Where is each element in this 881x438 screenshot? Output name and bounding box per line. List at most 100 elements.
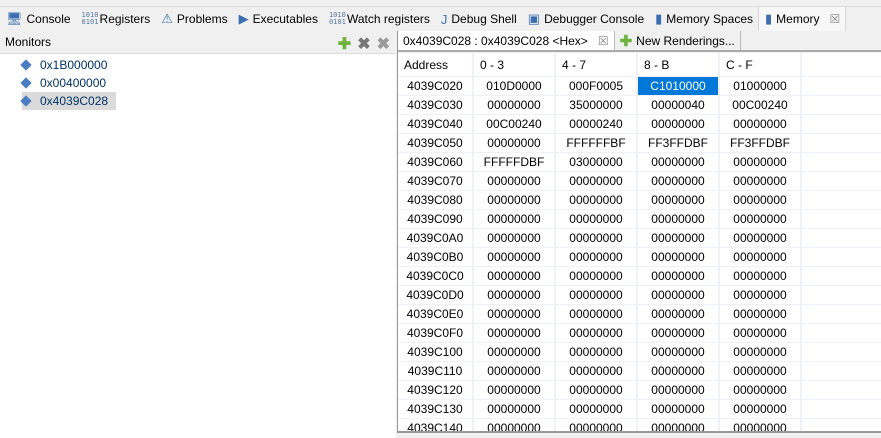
memory-cell[interactable]: 00000000 [720, 229, 802, 247]
memory-cell[interactable]: 00000000 [638, 343, 720, 361]
memory-cell[interactable]: 00000000 [720, 210, 802, 228]
tab-debugger-console[interactable]: ▣ Debugger Console [522, 7, 649, 32]
memory-cell[interactable]: 00000040 [638, 96, 720, 114]
memory-cell[interactable]: 00000000 [720, 172, 802, 190]
memory-cell[interactable]: 00000000 [638, 115, 720, 133]
close-icon[interactable]: ☒ [598, 34, 609, 48]
memory-cell[interactable]: FF3FFDBF [720, 134, 802, 152]
memory-cell[interactable]: 00000000 [638, 229, 720, 247]
memory-cell[interactable]: 00000000 [720, 305, 802, 323]
new-renderings-button[interactable]: ✚ New Renderings... [615, 31, 741, 50]
tab-problems[interactable]: ⚠ Problems [155, 7, 232, 32]
memory-cell[interactable]: 01000000 [720, 77, 802, 95]
column-header[interactable]: C - F [720, 53, 802, 76]
tab-registers[interactable]: 1010 0101 Registers [76, 7, 156, 32]
memory-cell[interactable]: 00000000 [638, 191, 720, 209]
memory-cell[interactable]: 00000000 [556, 172, 638, 190]
memory-cell[interactable]: 00000000 [474, 324, 556, 342]
memory-cell[interactable]: 00000000 [474, 191, 556, 209]
memory-cell[interactable]: 00000000 [474, 381, 556, 399]
memory-cell[interactable]: 00000000 [720, 286, 802, 304]
memory-cell[interactable]: 00000000 [474, 419, 556, 431]
memory-cell[interactable]: FFFFFDBF [474, 153, 556, 171]
memory-cell[interactable]: 00000000 [474, 96, 556, 114]
memory-cell[interactable]: 00000000 [720, 191, 802, 209]
memory-cell[interactable]: 35000000 [556, 96, 638, 114]
memory-cell[interactable]: 00000000 [720, 248, 802, 266]
memory-cell[interactable]: 00000000 [720, 267, 802, 285]
memory-cell[interactable]: 00000000 [474, 286, 556, 304]
memory-cell[interactable]: 00000000 [720, 381, 802, 399]
monitor-item[interactable]: 0x4039C028 [20, 92, 117, 110]
memory-cell[interactable]: 000F0005 [556, 77, 638, 95]
memory-cell[interactable]: 00000000 [720, 153, 802, 171]
memory-cell[interactable]: 00000000 [638, 362, 720, 380]
memory-cell[interactable]: 00000000 [720, 400, 802, 418]
memory-cell[interactable]: 00000000 [474, 229, 556, 247]
memory-cell[interactable]: 03000000 [556, 153, 638, 171]
memory-cell[interactable]: C1010000 [638, 77, 720, 95]
memory-cell[interactable]: 00000000 [474, 305, 556, 323]
memory-cell[interactable]: 00000000 [474, 248, 556, 266]
memory-cell[interactable]: 00000000 [556, 362, 638, 380]
monitor-item[interactable]: 0x00400000 [20, 74, 114, 92]
memory-cell[interactable]: 00000000 [474, 400, 556, 418]
tab-executables[interactable]: ▶ Executables [233, 7, 323, 32]
memory-cell[interactable]: 00000000 [720, 362, 802, 380]
monitor-item[interactable]: 0x1B000000 [20, 56, 115, 74]
memory-cell[interactable]: 00000000 [556, 381, 638, 399]
remove-monitor-icon[interactable]: ✖ [357, 34, 370, 54]
column-header[interactable]: 8 - B [638, 53, 720, 76]
tab-console[interactable]: 🖥 Console [0, 7, 76, 32]
memory-cell[interactable]: 00000000 [638, 210, 720, 228]
column-header[interactable]: Address [398, 53, 474, 76]
memory-cell[interactable]: 00000000 [638, 381, 720, 399]
memory-cell[interactable]: 00000000 [474, 343, 556, 361]
memory-cell[interactable]: 00000000 [638, 286, 720, 304]
add-monitor-icon[interactable]: ✚ [338, 34, 351, 54]
memory-cell[interactable]: 00000000 [720, 115, 802, 133]
tab-hex-rendering[interactable]: 0x4039C028 : 0x4039C028 <Hex> ☒ [398, 31, 615, 50]
memory-cell[interactable]: 00000000 [556, 305, 638, 323]
close-icon[interactable]: ☒ [830, 12, 841, 26]
memory-cell[interactable]: 00000240 [556, 115, 638, 133]
memory-cell[interactable]: 00C00240 [720, 96, 802, 114]
memory-cell[interactable]: 00000000 [720, 343, 802, 361]
memory-cell[interactable]: 00C00240 [474, 115, 556, 133]
memory-cell[interactable]: 00000000 [556, 324, 638, 342]
memory-cell[interactable]: 00000000 [556, 248, 638, 266]
memory-cell[interactable]: 00000000 [556, 343, 638, 361]
column-header[interactable]: 4 - 7 [556, 53, 638, 76]
memory-cell[interactable]: 00000000 [474, 210, 556, 228]
memory-cell[interactable]: 00000000 [474, 134, 556, 152]
memory-cell[interactable]: 00000000 [474, 172, 556, 190]
column-header[interactable]: 0 - 3 [474, 53, 556, 76]
tab-memory[interactable]: ▮ Memory ☒ [758, 6, 847, 32]
tab-debug-shell[interactable]: J Debug Shell [435, 7, 522, 32]
tab-memory-spaces[interactable]: ▮ Memory Spaces [649, 7, 758, 32]
memory-cell[interactable]: 00000000 [638, 248, 720, 266]
memory-cell[interactable]: 00000000 [638, 324, 720, 342]
memory-cell[interactable]: 00000000 [556, 229, 638, 247]
memory-cell[interactable]: 00000000 [720, 419, 802, 431]
memory-cell[interactable]: 00000000 [638, 400, 720, 418]
memory-cell[interactable]: 00000000 [556, 210, 638, 228]
memory-cell[interactable]: FF3FFDBF [638, 134, 720, 152]
memory-cell[interactable]: 00000000 [556, 267, 638, 285]
memory-cell[interactable]: 00000000 [638, 172, 720, 190]
memory-cell[interactable]: 00000000 [474, 267, 556, 285]
memory-cell[interactable]: 00000000 [638, 305, 720, 323]
memory-cell[interactable]: 00000000 [556, 400, 638, 418]
memory-cell[interactable]: 00000000 [720, 324, 802, 342]
memory-cell[interactable]: 00000000 [556, 286, 638, 304]
memory-cell[interactable]: FFFFFFBF [556, 134, 638, 152]
memory-cell[interactable]: 00000000 [638, 419, 720, 431]
memory-cell[interactable]: 00000000 [638, 267, 720, 285]
memory-cell[interactable]: 010D0000 [474, 77, 556, 95]
tab-watch-registers[interactable]: 1010 0101 Watch registers [323, 7, 435, 32]
memory-cell[interactable]: 00000000 [474, 362, 556, 380]
memory-cell[interactable]: 00000000 [556, 191, 638, 209]
memory-cell[interactable]: 00000000 [638, 153, 720, 171]
memory-cell[interactable]: 00000000 [556, 419, 638, 431]
remove-all-monitors-icon[interactable]: ✖ [377, 34, 390, 54]
